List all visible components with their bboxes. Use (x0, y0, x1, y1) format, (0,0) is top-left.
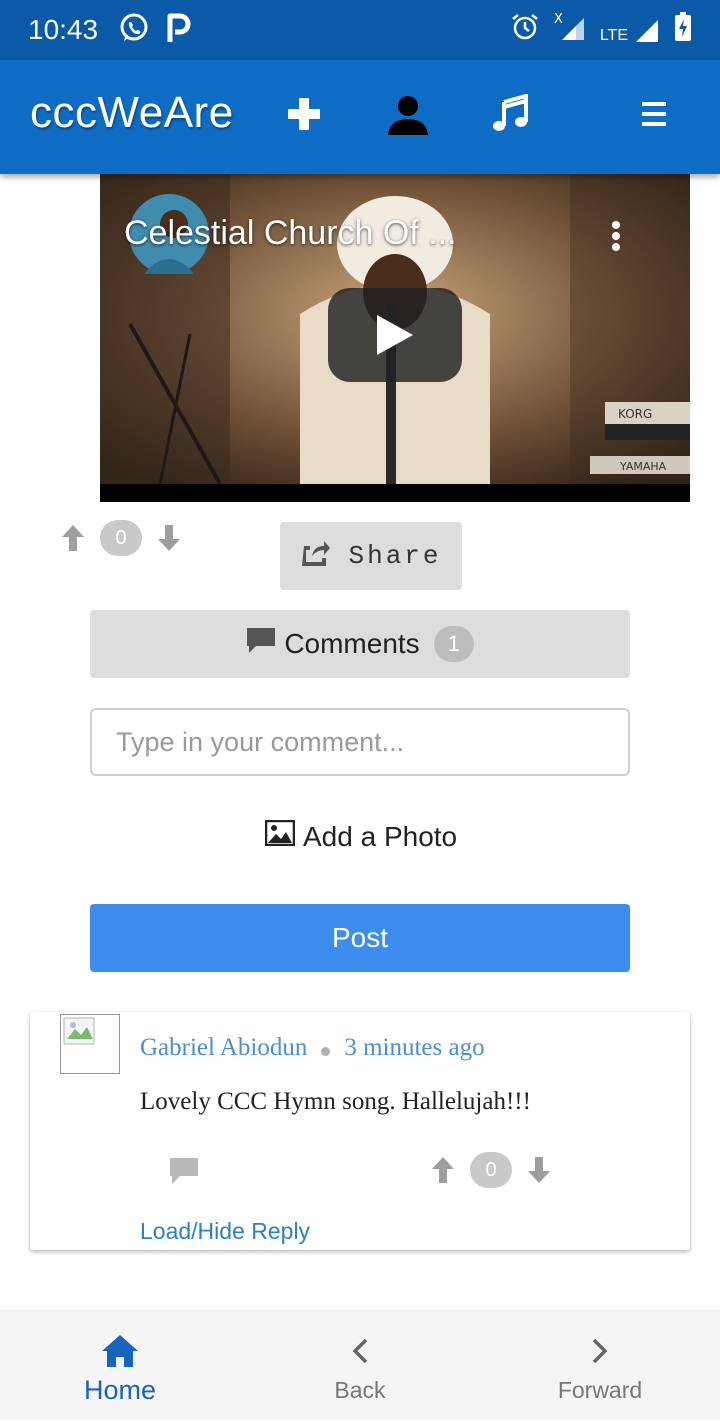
status-bar: 10:43 X LTE (0, 0, 720, 60)
play-icon (377, 315, 413, 355)
comment-vote-count: 0 (470, 1152, 512, 1188)
nav-forward[interactable]: Forward (480, 1311, 720, 1421)
share-label: Share (348, 541, 442, 571)
menu-icon[interactable] (626, 86, 682, 142)
image-icon (264, 819, 296, 853)
app-title[interactable]: cccWeAre (30, 88, 234, 138)
avatar (60, 1014, 120, 1074)
nav-back[interactable]: Back (240, 1311, 480, 1421)
app-bar: cccWeAre (0, 60, 720, 174)
battery-charging-icon (674, 12, 692, 47)
load-hide-reply-link[interactable]: Load/Hide Reply (140, 1218, 310, 1245)
video-title[interactable]: Celestial Church Of ... (124, 214, 457, 253)
comment-icon (246, 627, 276, 662)
comment-votes: 0 (430, 1152, 552, 1188)
bottom-navigation: Home Back Forward (0, 1310, 720, 1420)
comment-time[interactable]: 3 minutes ago (344, 1034, 484, 1062)
share-icon (300, 538, 331, 574)
separator-dot (321, 1046, 331, 1056)
nav-back-label: Back (334, 1377, 386, 1403)
signal-x-icon: X (554, 12, 586, 47)
add-photo-label: Add a Photo (303, 820, 458, 852)
chevron-right-icon (590, 1333, 610, 1369)
status-time: 10:43 (28, 14, 99, 45)
yamaha-label: YAMAHA (619, 460, 667, 473)
comment-text: Lovely CCC Hymn song. Hallelujah!!! (140, 1088, 531, 1115)
whatsapp-icon (118, 12, 150, 49)
music-icon[interactable] (482, 86, 538, 142)
lte-signal-icon: LTE (600, 16, 660, 44)
alarm-icon (510, 12, 540, 47)
share-button[interactable]: Share (280, 522, 462, 590)
parking-icon (166, 12, 192, 49)
post-vote-count: 0 (100, 520, 142, 556)
comments-label: Comments (284, 628, 420, 659)
comments-toggle-button[interactable]: Comments 1 (90, 610, 630, 678)
user-icon[interactable] (380, 86, 436, 142)
comments-count-badge: 1 (433, 626, 474, 662)
nav-home-label: Home (83, 1375, 157, 1405)
comment-upvote-icon[interactable] (430, 1155, 456, 1185)
chevron-left-icon (350, 1333, 370, 1369)
comment-downvote-icon[interactable] (526, 1155, 552, 1185)
add-photo-button[interactable]: Add a Photo (264, 819, 458, 853)
more-vert-icon[interactable] (598, 218, 634, 254)
korg-label: KORG (618, 407, 652, 421)
svg-text:X: X (554, 12, 563, 27)
upvote-icon[interactable] (60, 523, 86, 553)
comment-item: Gabriel Abiodun 3 minutes ago Lovely CCC… (30, 1012, 690, 1250)
comment-author[interactable]: Gabriel Abiodun (140, 1034, 307, 1062)
play-button[interactable] (328, 288, 462, 382)
nav-home[interactable]: Home (0, 1311, 240, 1421)
home-icon (100, 1333, 140, 1369)
plus-icon[interactable] (276, 86, 332, 142)
nav-forward-label: Forward (557, 1377, 643, 1403)
reply-comment-icon[interactable] (168, 1156, 200, 1191)
downvote-icon[interactable] (156, 523, 182, 553)
post-button[interactable]: Post (90, 904, 630, 972)
comment-input[interactable] (90, 708, 630, 776)
post-votes: 0 (60, 520, 182, 556)
